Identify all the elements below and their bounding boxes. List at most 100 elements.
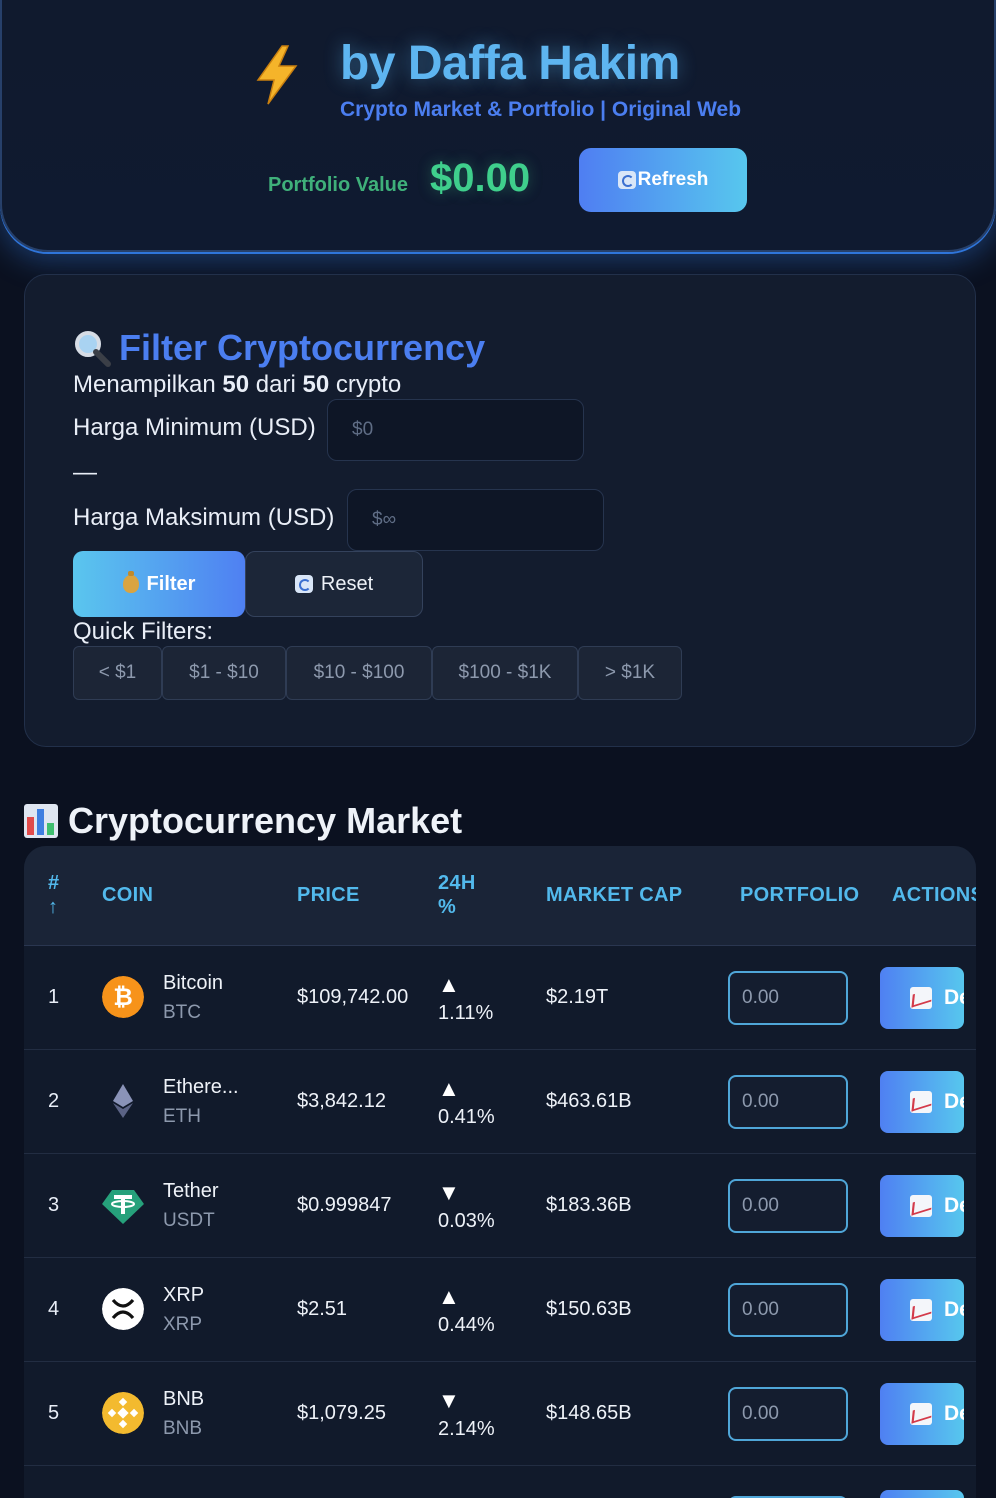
row-rank: 5 bbox=[48, 1402, 60, 1424]
col-portfolio: PORTFOLIO bbox=[740, 884, 860, 906]
col-rank[interactable]: # bbox=[48, 872, 59, 895]
coin-price: $2.51 bbox=[297, 1298, 348, 1320]
chart-icon bbox=[910, 1091, 932, 1113]
result-count-suffix: crypto bbox=[335, 371, 402, 398]
result-count-mid: dari bbox=[255, 371, 296, 398]
portfolio-amount-input[interactable]: 0.00 bbox=[728, 1179, 848, 1233]
table-row[interactable] bbox=[24, 1466, 976, 1498]
result-count-total: 50 bbox=[302, 371, 330, 398]
change-direction-icon: ▲ bbox=[438, 1284, 460, 1309]
coin-name: Tether bbox=[163, 1180, 219, 1202]
detail-button[interactable]: De bbox=[880, 1071, 964, 1133]
filter-title: Filter Cryptocurrency bbox=[73, 327, 485, 369]
detail-button[interactable]: De bbox=[880, 1383, 964, 1445]
change-percent: 0.44% bbox=[438, 1314, 495, 1336]
change-percent: 1.11% bbox=[438, 1002, 494, 1024]
refresh-icon bbox=[617, 171, 636, 189]
market-cap: $463.61B bbox=[546, 1090, 632, 1112]
chart-icon bbox=[910, 1403, 932, 1425]
detail-button-label: De bbox=[944, 1402, 964, 1425]
market-table: # ↑ COIN PRICE 24H % MARKET CAP PORTFOLI… bbox=[24, 846, 976, 1498]
coin-symbol: BTC bbox=[163, 1002, 201, 1023]
xrp-icon bbox=[102, 1288, 144, 1330]
min-price-input[interactable] bbox=[327, 399, 584, 461]
quick-filter-10-100[interactable]: $10 - $100 bbox=[286, 646, 432, 700]
money-bag-icon bbox=[122, 571, 139, 593]
bitcoin-icon: ₿ bbox=[102, 976, 144, 1018]
portfolio-amount-input[interactable]: 0.00 bbox=[728, 1387, 848, 1441]
coin-name: BNB bbox=[163, 1388, 205, 1410]
quick-filter-under-1[interactable]: < $1 bbox=[73, 646, 162, 700]
table-row[interactable]: 4 XRP XRP $2.51 ▲ 0.44% $150.63B 0.00 De bbox=[24, 1258, 976, 1362]
max-price-input[interactable] bbox=[347, 489, 604, 551]
detail-button[interactable]: De bbox=[880, 1279, 964, 1341]
market-title-text: Cryptocurrency Market bbox=[68, 800, 463, 841]
quick-filter-1-10[interactable]: $1 - $10 bbox=[162, 646, 286, 700]
brand-subtitle[interactable]: Crypto Market & Portfolio | Original Web bbox=[340, 98, 741, 122]
col-price[interactable]: PRICE bbox=[297, 884, 360, 907]
detail-button[interactable] bbox=[880, 1490, 964, 1498]
filter-panel: Filter Cryptocurrency Menampilkan 50 dar… bbox=[24, 274, 976, 747]
filter-title-text: Filter Cryptocurrency bbox=[119, 327, 486, 368]
magnifier-icon bbox=[75, 331, 111, 367]
detail-button-label: De bbox=[944, 1090, 964, 1113]
change-percent: 0.03% bbox=[438, 1210, 495, 1232]
range-separator: — bbox=[73, 459, 97, 486]
result-count-prefix: Menampilkan bbox=[73, 371, 216, 398]
result-count-shown: 50 bbox=[222, 371, 250, 398]
coin-price: $3,842.12 bbox=[297, 1090, 386, 1112]
change-direction-icon: ▼ bbox=[438, 1180, 460, 1205]
change-direction-icon: ▲ bbox=[438, 1076, 460, 1101]
table-row[interactable]: 2 Ethere... ETH $3,842.12 ▲ 0.41% $463.6… bbox=[24, 1050, 976, 1154]
coin-name: Bitcoin bbox=[163, 972, 224, 994]
max-price-label: Harga Maksimum (USD) bbox=[73, 504, 335, 531]
coin-name: XRP bbox=[163, 1284, 205, 1306]
col-change-unit[interactable]: % bbox=[438, 896, 456, 919]
quick-filter-over-1k[interactable]: > $1K bbox=[578, 646, 682, 700]
filter-button[interactable]: Filter bbox=[73, 551, 245, 617]
chart-icon bbox=[910, 987, 932, 1009]
market-cap: $2.19T bbox=[546, 986, 609, 1008]
result-count: Menampilkan 50 dari 50 crypto bbox=[73, 371, 401, 399]
market-cap: $183.36B bbox=[546, 1194, 632, 1216]
change-direction-icon: ▼ bbox=[438, 1388, 460, 1413]
tether-icon bbox=[102, 1190, 144, 1224]
filter-button-label: Filter bbox=[146, 572, 196, 595]
sort-arrow-icon[interactable]: ↑ bbox=[48, 896, 58, 919]
portfolio-amount-input[interactable]: 0.00 bbox=[728, 1283, 848, 1337]
change-direction-icon: ▲ bbox=[438, 972, 460, 997]
bar-chart-icon bbox=[24, 804, 58, 838]
col-market-cap[interactable]: MARKET CAP bbox=[546, 884, 682, 907]
refresh-button-label: Refresh bbox=[637, 169, 709, 190]
detail-button-label: De bbox=[944, 986, 964, 1009]
change-percent: 0.41% bbox=[438, 1106, 495, 1128]
bnb-icon bbox=[102, 1392, 144, 1434]
detail-button[interactable]: De bbox=[880, 967, 964, 1029]
table-row[interactable]: 5 BNB BNB $1,079.25 ▼ 2.14% $148.65B 0.0… bbox=[24, 1362, 976, 1466]
row-rank: 4 bbox=[48, 1298, 60, 1320]
brand-title: by Daffa Hakim bbox=[340, 37, 680, 90]
portfolio-amount-input[interactable]: 0.00 bbox=[728, 1075, 848, 1129]
quick-filter-100-1k[interactable]: $100 - $1K bbox=[432, 646, 578, 700]
chart-icon bbox=[910, 1299, 932, 1321]
coin-price: $109,742.00 bbox=[297, 986, 409, 1008]
table-row[interactable]: 3 Tether USDT $0.999847 ▼ 0.03% $183.36B… bbox=[24, 1154, 976, 1258]
detail-button-label: De bbox=[944, 1194, 964, 1217]
detail-button[interactable]: De bbox=[880, 1175, 964, 1237]
reset-button[interactable]: Reset bbox=[245, 551, 423, 617]
quick-filters: < $1 $1 - $10 $10 - $100 $100 - $1K > $1… bbox=[73, 646, 682, 700]
market-title: Cryptocurrency Market bbox=[24, 800, 462, 842]
coin-symbol: XRP bbox=[163, 1314, 203, 1335]
row-rank: 3 bbox=[48, 1194, 60, 1216]
col-change[interactable]: 24H bbox=[438, 872, 476, 895]
portfolio-amount-input[interactable]: 0.00 bbox=[728, 971, 848, 1025]
row-rank: 2 bbox=[48, 1090, 60, 1112]
detail-button-label: De bbox=[944, 1298, 964, 1321]
col-coin[interactable]: COIN bbox=[102, 884, 153, 907]
reset-icon bbox=[294, 575, 313, 593]
app-header: by Daffa Hakim Crypto Market & Portfolio… bbox=[0, 0, 996, 252]
table-row[interactable]: 1 ₿ Bitcoin BTC $109,742.00 ▲ 1.11% $2.1… bbox=[24, 946, 976, 1050]
refresh-button[interactable]: Refresh bbox=[579, 148, 747, 212]
chart-icon bbox=[910, 1195, 932, 1217]
coin-price: $0.999847 bbox=[297, 1194, 392, 1216]
